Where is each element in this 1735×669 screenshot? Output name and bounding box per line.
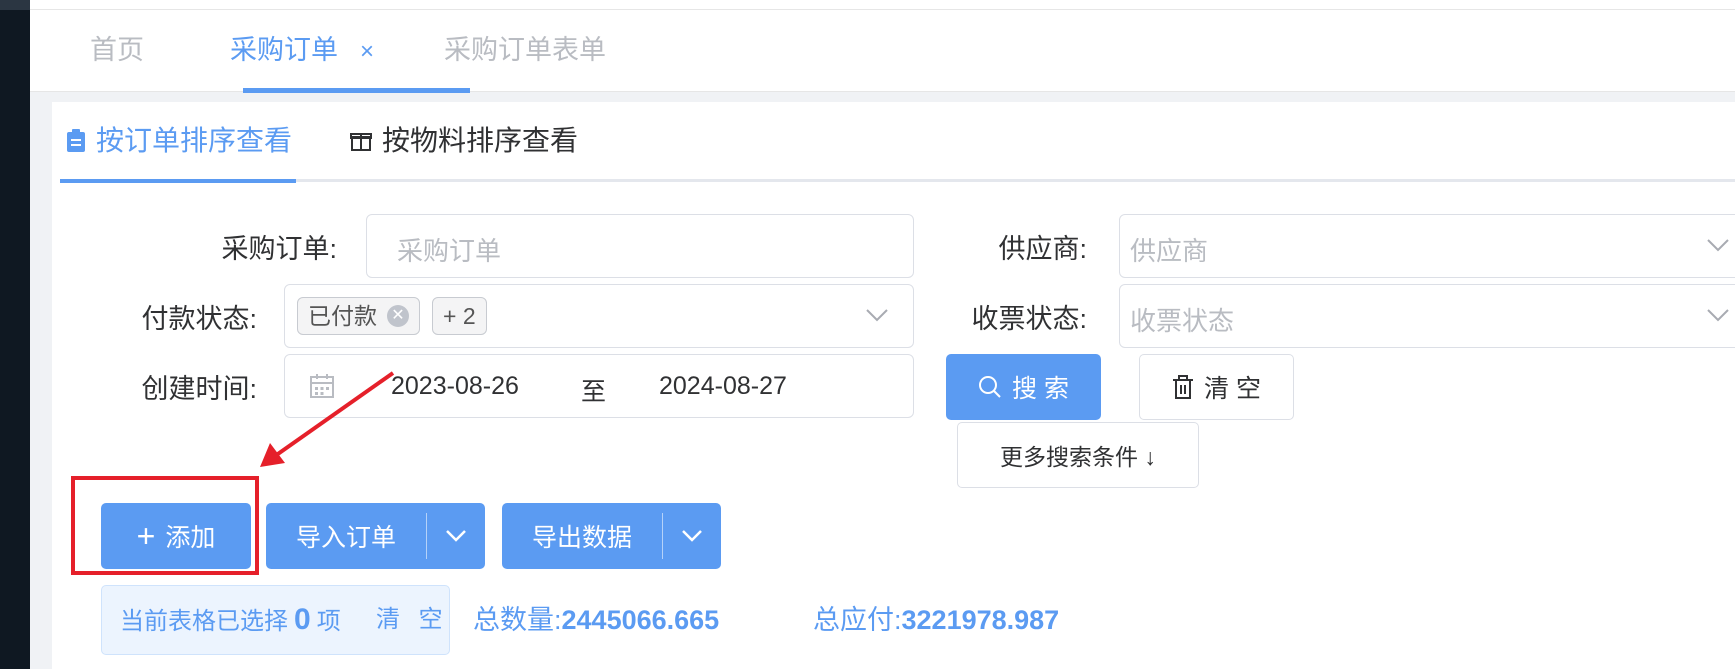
more-conditions-button[interactable]: 更多搜索条件 ↓ [957,422,1199,488]
chevron-down-icon [1707,239,1729,252]
tab-purchase-order-form[interactable]: 采购订单表单 [444,10,606,92]
payment-status-tag: 已付款 ✕ [297,297,420,335]
trash-icon [1173,375,1194,399]
export-dropdown-toggle[interactable] [663,503,721,569]
total-payable-value: 3221978.987 [901,605,1060,635]
tab-purchase-order[interactable]: 采购订单 × [230,10,374,92]
export-data-button[interactable]: 导出数据 [502,503,662,569]
view-mode-tabs: 按订单排序查看 按物料排序查看 [60,102,1735,183]
subtab-by-material[interactable]: 按物料排序查看 [350,102,578,180]
chevron-down-icon [682,530,702,542]
selection-count: 0 [294,603,311,636]
import-dropdown-toggle[interactable] [427,503,485,569]
selection-clear-link[interactable]: 清 空 [376,586,449,654]
subtab-by-material-label: 按物料排序查看 [382,125,579,156]
app-sidebar-edge [0,0,30,669]
supplier-placeholder: 供应商 [1130,236,1209,266]
total-payable-label: 总应付: [813,605,902,635]
tag-close-icon[interactable]: ✕ [387,304,409,327]
chevron-down-icon [1707,309,1729,322]
tab-home[interactable]: 首页 [90,10,144,92]
total-quantity-value: 2445066.665 [561,605,720,635]
active-tab-indicator [243,88,470,93]
supplier-select[interactable]: 供应商 [1119,214,1735,278]
calendar-icon [310,374,334,398]
selection-prefix: 当前表格已选择 [120,608,288,635]
import-order-button[interactable]: 导入订单 [266,503,426,569]
subtab-by-order[interactable]: 按订单排序查看 [66,102,292,180]
chevron-down-icon [866,309,888,322]
close-icon[interactable]: × [360,38,374,65]
created-date-range[interactable]: 2023-08-26 至 2024-08-27 [284,354,914,418]
search-icon [979,376,1001,398]
clipboard-icon [67,129,85,152]
import-order-split-button: 导入订单 [266,503,485,569]
invoice-status-select[interactable]: 收票状态 [1119,284,1735,348]
invoice-status-placeholder: 收票状态 [1130,306,1235,336]
date-separator: 至 [581,378,607,406]
annotation-highlight-box [71,476,259,575]
order-input[interactable]: 采购订单 [366,214,914,278]
main-panel: 按订单排序查看 按物料排序查看 采购订单: 采购订单 供应商: 供应商 付款状态… [52,102,1735,669]
selection-suffix: 项 [316,608,341,635]
total-quantity-label: 总数量: [473,605,562,635]
chevron-down-icon [446,530,466,542]
order-label: 采购订单: [221,234,337,264]
export-data-split-button: 导出数据 [502,503,721,569]
page-tabs: 首页 采购订单 × 采购订单表单 [30,10,1735,93]
selection-info: 当前表格已选择 0 项 清 空 [101,585,450,655]
clear-button-label: 清 空 [1204,375,1261,403]
date-start: 2023-08-26 [391,372,519,400]
tab-purchase-order-label: 采购订单 [230,35,338,65]
search-button[interactable]: 搜 索 [946,354,1101,420]
payment-status-more-tag: + 2 [432,297,487,335]
invoice-status-label: 收票状态: [971,304,1087,334]
payment-status-tag-label: 已付款 [308,303,377,329]
total-payable: 总应付:3221978.987 [813,598,1059,637]
clear-button[interactable]: 清 空 [1139,354,1294,420]
box-icon [350,133,372,151]
created-time-label: 创建时间: [141,374,257,404]
top-header [30,0,1735,10]
supplier-label: 供应商: [998,234,1087,264]
order-placeholder: 采购订单 [397,236,502,266]
date-end: 2024-08-27 [659,372,787,400]
search-button-label: 搜 索 [1012,375,1069,403]
selection-text: 当前表格已选择 0 项 [120,586,341,654]
payment-status-label: 付款状态: [141,304,257,334]
payment-status-select[interactable]: 已付款 ✕ + 2 [284,284,914,348]
active-subtab-indicator [60,179,296,183]
total-quantity: 总数量:2445066.665 [473,598,719,637]
subtab-by-order-label: 按订单排序查看 [96,125,293,156]
